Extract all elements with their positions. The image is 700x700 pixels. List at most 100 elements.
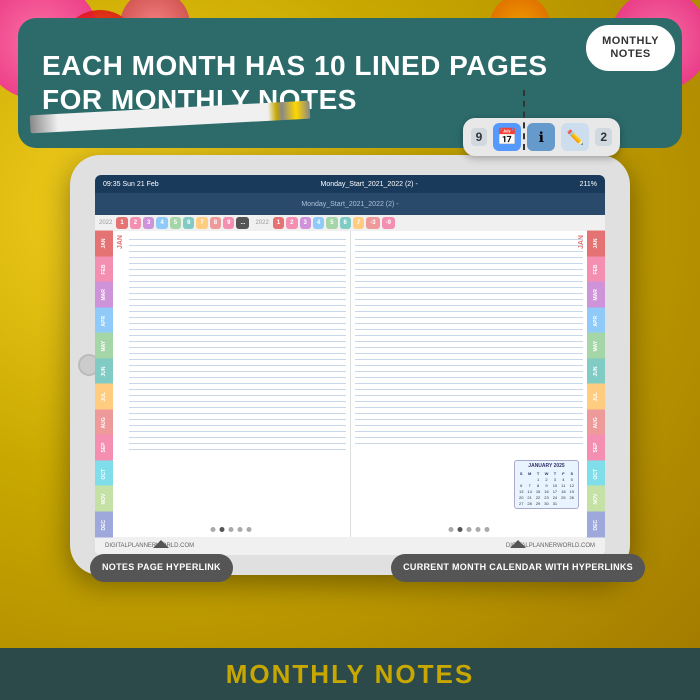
right-side-tab-may[interactable]: MAY bbox=[587, 333, 605, 359]
right-side-tab-sep[interactable]: SEP bbox=[587, 435, 605, 461]
right-side-tab-apr[interactable]: APR bbox=[587, 308, 605, 334]
arrow-line bbox=[523, 90, 525, 150]
side-tab-jun[interactable]: JUN bbox=[95, 359, 113, 385]
line bbox=[129, 449, 346, 450]
toolbar-filename: Monday_Start_2021_2022 (2) - bbox=[301, 201, 398, 208]
left-lined-page: JAN bbox=[113, 231, 351, 537]
info-icon[interactable]: ℹ bbox=[527, 123, 555, 151]
notes-hyperlink-text: NOTES PAGE HYPERLINK bbox=[102, 562, 221, 572]
calendar-icon[interactable]: 📅 bbox=[493, 123, 521, 151]
tab-aug[interactable]: 8 bbox=[210, 217, 221, 229]
right-side-tab-oct[interactable]: OCT bbox=[587, 461, 605, 487]
side-tab-dec[interactable]: DEC bbox=[95, 512, 113, 538]
tab-jul-r2[interactable]: 7 bbox=[353, 217, 364, 229]
line bbox=[129, 443, 346, 444]
side-tab-nov[interactable]: NOV bbox=[95, 486, 113, 512]
right-side-tab-jan[interactable]: JAN bbox=[587, 231, 605, 257]
tab-jul[interactable]: 7 bbox=[196, 217, 207, 229]
line bbox=[129, 371, 346, 372]
ipad-screen: 09:35 Sun 21 Feb Monday_Start_2021_2022 … bbox=[95, 175, 605, 555]
right-side-tab-dec[interactable]: DEC bbox=[587, 512, 605, 538]
cal-cell: 29 bbox=[534, 500, 542, 506]
tab-apr-r2[interactable]: 4 bbox=[313, 217, 324, 229]
dot bbox=[484, 527, 489, 532]
side-tab-may[interactable]: MAY bbox=[95, 333, 113, 359]
statusbar-left: 09:35 Sun 21 Feb bbox=[103, 181, 159, 188]
floating-toolbar: 9 📅 ℹ ✏️ 2 bbox=[463, 118, 620, 156]
right-side-tab-aug[interactable]: AUG bbox=[587, 410, 605, 436]
line bbox=[355, 311, 584, 312]
side-tab-oct[interactable]: OCT bbox=[95, 461, 113, 487]
side-tab-jan[interactable]: JAN bbox=[95, 231, 113, 257]
right-side-tab-jul[interactable]: JUL bbox=[587, 384, 605, 410]
side-tab-jul[interactable]: JUL bbox=[95, 384, 113, 410]
tab-jun-r2[interactable]: 6 bbox=[340, 217, 351, 229]
line bbox=[355, 425, 584, 426]
line bbox=[355, 269, 584, 270]
tab-apr[interactable]: 4 bbox=[156, 217, 167, 229]
line bbox=[355, 305, 584, 306]
line bbox=[355, 377, 584, 378]
line bbox=[355, 371, 584, 372]
line bbox=[129, 413, 346, 414]
side-tab-mar[interactable]: MAR bbox=[95, 282, 113, 308]
right-side-tabs: JAN FEB MAR APR MAY JUN JUL AUG SEP OCT … bbox=[587, 231, 605, 537]
line bbox=[129, 353, 346, 354]
right-side-tab-jun[interactable]: JUN bbox=[587, 359, 605, 385]
line bbox=[129, 299, 346, 300]
line bbox=[355, 293, 584, 294]
ipad-main-content: JAN FEB MAR APR MAY JUN JUL AUG SEP OCT … bbox=[95, 231, 605, 537]
statusbar-right: 211% bbox=[580, 181, 597, 188]
pen-icon[interactable]: ✏️ bbox=[561, 123, 589, 151]
monthly-notes-badge: MONTHLYNOTES bbox=[583, 22, 678, 74]
bottom-banner-text: monthly Notes bbox=[226, 659, 474, 690]
tab-extra[interactable]: ... bbox=[236, 217, 249, 229]
right-side-tab-nov[interactable]: NOV bbox=[587, 486, 605, 512]
ipad-device: 09:35 Sun 21 Feb Monday_Start_2021_2022 … bbox=[70, 155, 630, 575]
line bbox=[129, 431, 346, 432]
line bbox=[355, 299, 584, 300]
tab-mar-r2[interactable]: 3 bbox=[300, 217, 311, 229]
line bbox=[129, 239, 346, 240]
cal-cell: 31 bbox=[551, 500, 559, 506]
line bbox=[129, 293, 346, 294]
line bbox=[129, 341, 346, 342]
year-label-left: 2022 bbox=[99, 220, 112, 226]
line bbox=[129, 335, 346, 336]
website-left: DIGITALPLANNERWORLD.COM bbox=[105, 543, 194, 549]
line bbox=[355, 395, 584, 396]
toolbar-num-right: 2 bbox=[595, 128, 612, 146]
tab-may-r2[interactable]: 5 bbox=[326, 217, 337, 229]
calendar-callout: CURRENT MONTH CALENDAR WITH HYPERLINKS bbox=[391, 554, 645, 582]
line bbox=[355, 407, 584, 408]
tab-aug-r2[interactable]: -3 bbox=[366, 217, 379, 229]
tab-may[interactable]: 5 bbox=[170, 217, 181, 229]
tab-jan-r2[interactable]: 1 bbox=[273, 217, 284, 229]
side-tab-feb[interactable]: FEB bbox=[95, 257, 113, 283]
left-side-tabs: JAN FEB MAR APR MAY JUN JUL AUG SEP OCT … bbox=[95, 231, 113, 537]
right-side-tab-feb[interactable]: FEB bbox=[587, 257, 605, 283]
year-label-right: 2022 bbox=[255, 220, 268, 226]
line bbox=[355, 443, 584, 444]
tab-feb[interactable]: 2 bbox=[130, 217, 141, 229]
side-tab-sep[interactable]: SEP bbox=[95, 435, 113, 461]
dot bbox=[247, 527, 252, 532]
line bbox=[129, 257, 346, 258]
line bbox=[129, 281, 346, 282]
tab-feb-r2[interactable]: 2 bbox=[286, 217, 297, 229]
side-tab-aug[interactable]: AUG bbox=[95, 410, 113, 436]
cal-cell: 28 bbox=[525, 500, 533, 506]
right-lined-page: JAN bbox=[351, 231, 588, 537]
right-side-tab-mar[interactable]: MAR bbox=[587, 282, 605, 308]
tab-jun[interactable]: 6 bbox=[183, 217, 194, 229]
left-page-lines bbox=[129, 239, 346, 529]
tab-sep[interactable]: 9 bbox=[223, 217, 234, 229]
line bbox=[129, 263, 346, 264]
line bbox=[355, 419, 584, 420]
line bbox=[129, 329, 346, 330]
side-tab-apr[interactable]: APR bbox=[95, 308, 113, 334]
tab-sep-r2[interactable]: -9 bbox=[382, 217, 395, 229]
ipad-bottom-bar: DIGITALPLANNERWORLD.COM DIGITALPLANNERWO… bbox=[95, 537, 605, 555]
tab-mar[interactable]: 3 bbox=[143, 217, 154, 229]
tab-jan[interactable]: 1 bbox=[116, 217, 127, 229]
